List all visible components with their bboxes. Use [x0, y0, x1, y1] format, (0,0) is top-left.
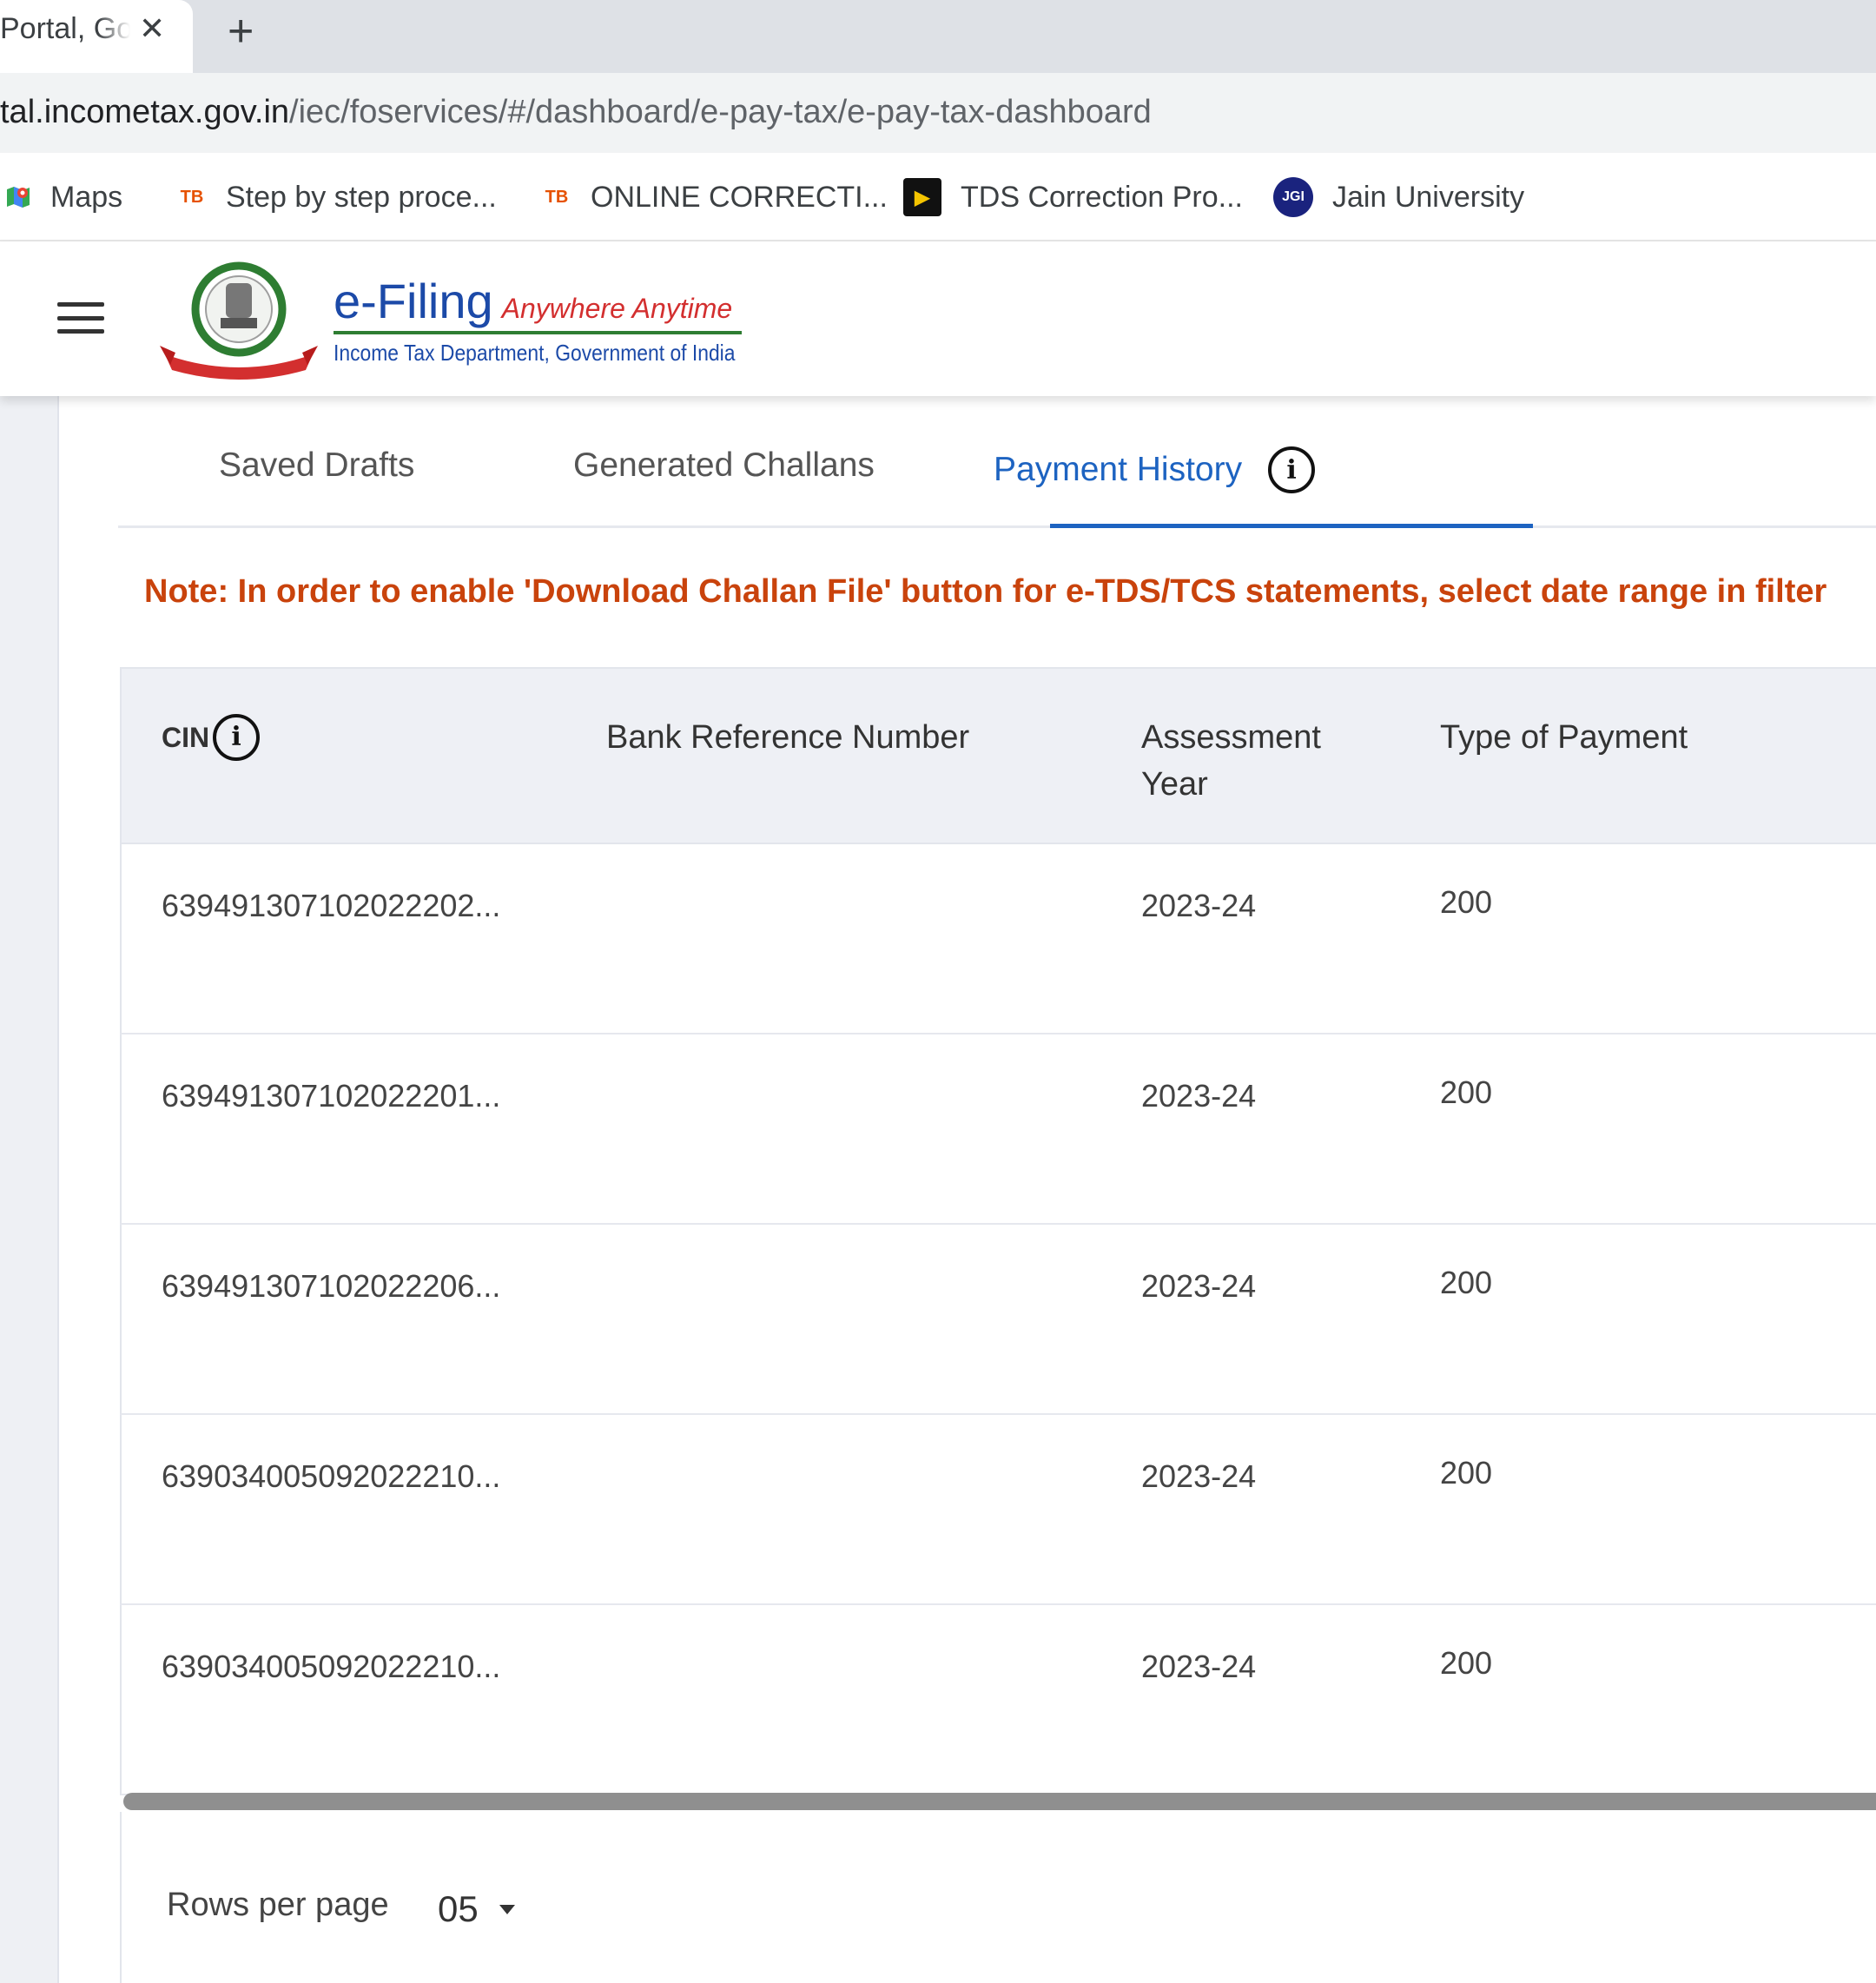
assessment-year-cell: 2023-24: [1141, 1078, 1257, 1114]
column-header-cin-label: CIN: [162, 722, 210, 753]
column-header-cin: CIN i: [162, 714, 261, 761]
browser-tab-title: Portal, Gov: [0, 12, 130, 45]
bookmark-tds-correction[interactable]: ▶ TDS Correction Pro...: [903, 175, 1243, 219]
payment-history-table: CIN i Bank Reference Number Assessment Y…: [120, 667, 1876, 1795]
info-icon[interactable]: i: [1268, 446, 1316, 493]
address-bar[interactable]: tal.incometax.gov.in/iec/foservices/#/da…: [0, 73, 1876, 153]
bookmark-label: Maps: [50, 180, 123, 214]
table-row[interactable]: 639491307102022201... 2023-24 200: [120, 1034, 1876, 1225]
column-header-type-of-payment: Type of Payment: [1440, 719, 1688, 756]
bookmark-label: Jain University: [1332, 180, 1525, 214]
browser-tab-strip: Portal, Gov ✕ +: [0, 0, 1876, 73]
hamburger-menu-icon[interactable]: [57, 302, 104, 334]
table-row[interactable]: 639034005092022210... 2023-24 200: [120, 1605, 1876, 1795]
assessment-year-cell: 2023-24: [1141, 1268, 1257, 1304]
cin-cell: 639491307102022201...: [162, 1078, 501, 1114]
table-row[interactable]: 639491307102022202... 2023-24 200: [120, 844, 1876, 1034]
tb-icon: TB: [180, 187, 204, 207]
bookmark-maps[interactable]: Maps: [5, 175, 122, 219]
type-of-payment-cell: 200: [1440, 1455, 1493, 1491]
bookmark-step-by-step[interactable]: TB Step by step proce...: [177, 175, 497, 219]
brand-divider: [334, 331, 742, 334]
bookmark-label: TDS Correction Pro...: [961, 180, 1243, 214]
table-row[interactable]: 639034005092022210... 2023-24 200: [120, 1415, 1876, 1605]
brand-subtitle: Income Tax Department, Government of Ind…: [334, 340, 736, 366]
payment-tabs: Saved Drafts Generated Challans Payment …: [118, 396, 1876, 528]
rows-per-page-select[interactable]: 05: [438, 1888, 515, 1930]
caret-down-icon: [499, 1904, 515, 1914]
jgi-icon: JGI: [1273, 177, 1313, 217]
url-text[interactable]: tal.incometax.gov.in/iec/foservices/#/da…: [0, 94, 1152, 131]
new-tab-icon[interactable]: +: [228, 5, 254, 57]
active-tab-indicator: [1050, 524, 1533, 528]
close-tab-icon[interactable]: ✕: [139, 10, 165, 47]
tab-payment-history[interactable]: Payment History i: [994, 446, 1316, 493]
bookmark-online-correction[interactable]: TB ONLINE CORRECTI...: [542, 175, 888, 219]
play-icon: ▶: [903, 178, 941, 216]
brand-title: e-Filing: [334, 274, 493, 328]
type-of-payment-cell: 200: [1440, 1645, 1493, 1681]
type-of-payment-cell: 200: [1440, 884, 1493, 920]
brand-title-row: e-Filing Anywhere Anytime: [334, 273, 790, 329]
left-sidebar-rail: [0, 396, 59, 1983]
cin-cell: 639034005092022210...: [162, 1458, 501, 1494]
url-domain: tal.incometax.gov.in: [0, 94, 290, 130]
rows-per-page-label: Rows per page: [167, 1887, 389, 1923]
column-header-bank-reference: Bank Reference Number: [606, 719, 970, 756]
horizontal-scrollbar[interactable]: [123, 1793, 1876, 1810]
bookmark-jain-university[interactable]: JGI Jain University: [1273, 175, 1524, 219]
income-tax-emblem-icon[interactable]: [156, 259, 321, 380]
rows-per-page-value: 05: [438, 1888, 479, 1929]
app-header: e-Filing Anywhere Anytime Income Tax Depa…: [0, 241, 1876, 396]
cin-info-icon[interactable]: i: [213, 714, 261, 761]
tab-saved-drafts[interactable]: Saved Drafts: [219, 446, 414, 485]
cin-cell: 639491307102022206...: [162, 1268, 501, 1304]
url-path: /iec/foservices/#/dashboard/e-pay-tax/e-…: [289, 94, 1152, 130]
brand-logo[interactable]: e-Filing Anywhere Anytime Income Tax Depa…: [334, 273, 790, 367]
column-header-assessment-year: Assessment Year: [1141, 719, 1321, 803]
table-row[interactable]: 639491307102022206... 2023-24 200: [120, 1225, 1876, 1415]
cin-cell: 639491307102022202...: [162, 888, 501, 923]
cin-cell: 639034005092022210...: [162, 1649, 501, 1684]
type-of-payment-cell: 200: [1440, 1265, 1493, 1300]
browser-tab[interactable]: Portal, Gov ✕: [0, 0, 193, 73]
table-header: CIN i Bank Reference Number Assessment Y…: [120, 667, 1876, 844]
maps-icon: [5, 184, 31, 210]
assessment-year-cell: 2023-24: [1141, 888, 1257, 923]
assessment-year-cell: 2023-24: [1141, 1458, 1257, 1494]
bookmarks-bar: Maps TB Step by step proce... TB ONLINE …: [0, 153, 1876, 241]
bookmark-label: Step by step proce...: [226, 180, 497, 214]
tb-icon: TB: [545, 187, 569, 207]
table-pagination: Rows per page 05: [120, 1812, 1876, 1983]
type-of-payment-cell: 200: [1440, 1074, 1493, 1110]
bookmark-label: ONLINE CORRECTI...: [591, 180, 888, 214]
assessment-year-cell: 2023-24: [1141, 1649, 1257, 1684]
tab-payment-history-label: Payment History: [994, 451, 1243, 488]
download-challan-note: Note: In order to enable 'Download Chall…: [144, 573, 1827, 610]
tab-generated-challans[interactable]: Generated Challans: [573, 446, 875, 485]
brand-tagline: Anywhere Anytime: [501, 293, 733, 324]
